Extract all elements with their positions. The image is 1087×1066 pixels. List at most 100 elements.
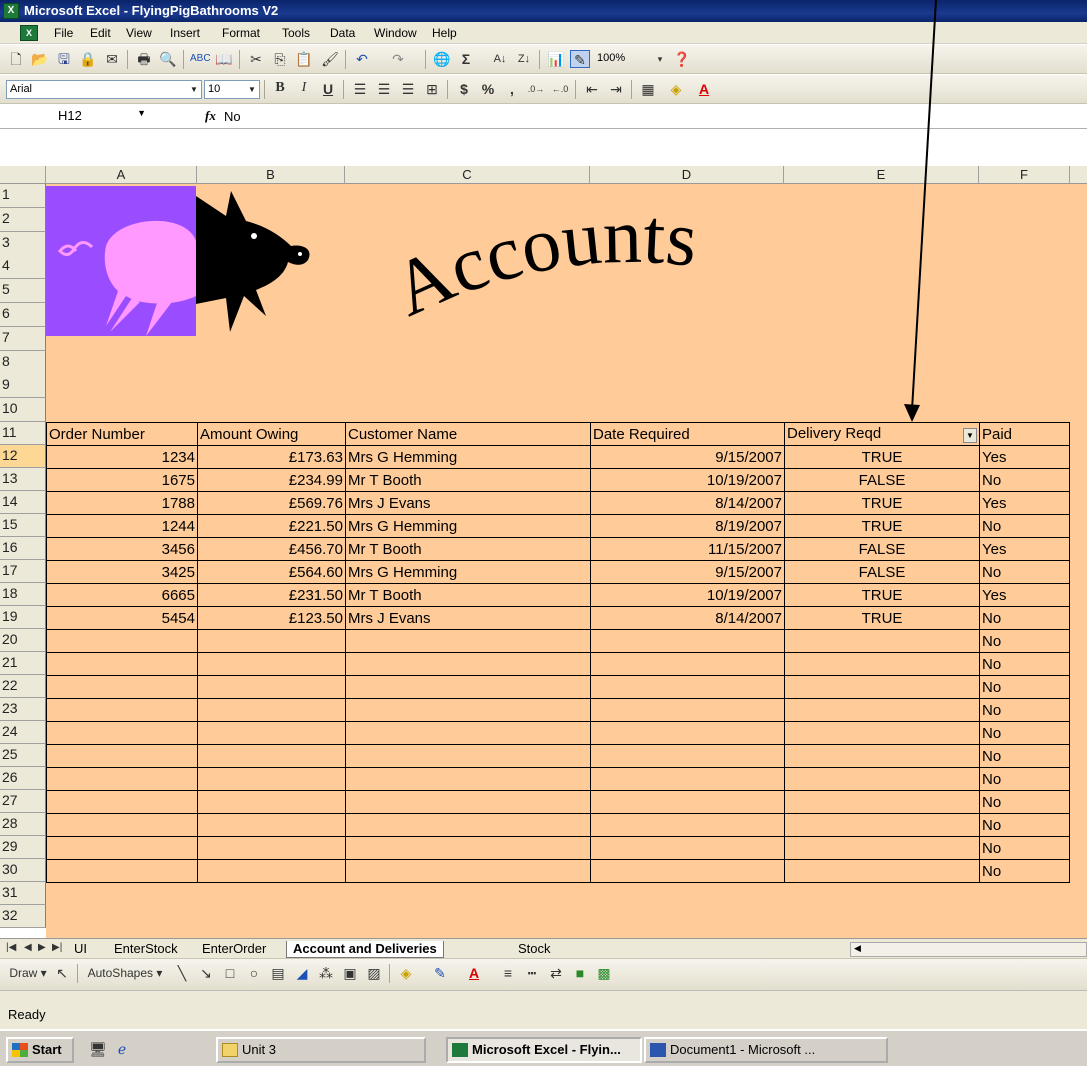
cell-customer-name[interactable]: Mr T Booth [345,537,591,561]
cell-customer-name[interactable]: Mr T Booth [345,468,591,492]
cell-paid[interactable]: Yes [979,537,1070,561]
cell-delivery-reqd[interactable]: FALSE [784,468,980,492]
line-icon[interactable]: ╲ [172,964,192,982]
cell-date-required[interactable]: 11/15/2007 [590,537,785,561]
cell-amount-owing[interactable] [197,744,346,768]
header-customer-name[interactable]: Customer Name [345,422,591,446]
permission-icon[interactable]: 🔒 [78,50,98,68]
sheet-tab-stock[interactable]: Stock [512,941,557,958]
menu-format[interactable]: Format [222,26,260,40]
print-icon[interactable]: 🖶 [134,50,154,68]
prev-sheet-icon[interactable]: ◀ [24,942,32,953]
cell-date-required[interactable] [590,652,785,676]
cell-order-number[interactable] [46,767,198,791]
cell-date-required[interactable] [590,813,785,837]
comma-style-icon[interactable]: , [502,80,522,98]
row-header[interactable]: 31 [0,882,46,905]
cell-order-number[interactable]: 1788 [46,491,198,515]
zoom-dropdown-icon[interactable]: ▾ [650,50,670,68]
fill-color-icon[interactable]: ◈ [666,80,686,98]
select-all-corner[interactable] [0,166,46,184]
row-header[interactable]: 11 [0,422,46,445]
row-header[interactable]: 19 [0,606,46,629]
decrease-indent-icon[interactable]: ⇤ [582,80,602,98]
autoshapes-menu-button[interactable]: AutoShapes ▾ [84,964,166,982]
font-size-combo[interactable]: 10 ▼ [204,80,260,99]
cell-customer-name[interactable]: Mrs J Evans [345,606,591,630]
line-color-icon[interactable]: ✎ [430,964,450,982]
3d-style-icon[interactable]: ▩ [594,964,614,982]
cell-amount-owing[interactable]: £456.70 [197,537,346,561]
merge-center-icon[interactable]: ⊞ [422,80,442,98]
row-header[interactable]: 23 [0,698,46,721]
cell-paid[interactable]: No [979,652,1070,676]
cell-order-number[interactable] [46,790,198,814]
cell-customer-name[interactable] [345,767,591,791]
cell-order-number[interactable] [46,859,198,883]
chevron-down-icon[interactable]: ▼ [187,81,201,98]
cell-paid[interactable]: No [979,468,1070,492]
last-sheet-icon[interactable]: ▶| [52,942,62,953]
save-icon[interactable]: 🖫 [54,50,74,68]
row-header[interactable]: 18 [0,583,46,606]
column-header-d[interactable]: D [590,166,784,184]
cell-delivery-reqd[interactable] [784,652,980,676]
cell-date-required[interactable]: 8/19/2007 [590,514,785,538]
autofilter-dropdown-icon[interactable]: ▼ [963,428,977,443]
cell-date-required[interactable] [590,629,785,653]
column-header-b[interactable]: B [197,166,345,184]
cell-customer-name[interactable] [345,698,591,722]
cell-customer-name[interactable] [345,813,591,837]
cell-order-number[interactable]: 1675 [46,468,198,492]
cell-paid[interactable]: No [979,744,1070,768]
italic-icon[interactable]: I [294,80,314,98]
scroll-left-icon[interactable]: ◀ [854,943,861,954]
cell-order-number[interactable]: 3456 [46,537,198,561]
drawing-icon[interactable]: ✎ [570,50,590,68]
cell-order-number[interactable]: 5454 [46,606,198,630]
cell-date-required[interactable]: 9/15/2007 [590,445,785,469]
cell-amount-owing[interactable]: £231.50 [197,583,346,607]
sheet-tab-enterorder[interactable]: EnterOrder [196,941,272,958]
increase-indent-icon[interactable]: ⇥ [606,80,626,98]
cell-date-required[interactable] [590,744,785,768]
row-header[interactable]: 26 [0,767,46,790]
arrow-style-icon[interactable]: ⇄ [546,964,566,982]
cell-customer-name[interactable] [345,859,591,883]
row-header[interactable]: 5 [0,279,46,303]
cell-customer-name[interactable] [345,790,591,814]
cell-date-required[interactable] [590,859,785,883]
row-header[interactable]: 12 [0,445,46,468]
cell-delivery-reqd[interactable] [784,859,980,883]
cell-paid[interactable]: No [979,859,1070,883]
cell-amount-owing[interactable] [197,698,346,722]
cell-amount-owing[interactable] [197,652,346,676]
cell-customer-name[interactable] [345,721,591,745]
draw-menu-button[interactable]: Draw ▾ [6,964,50,982]
cell-order-number[interactable] [46,836,198,860]
cell-amount-owing[interactable] [197,790,346,814]
cell-date-required[interactable]: 10/19/2007 [590,583,785,607]
format-painter-icon[interactable]: 🖌 [320,50,340,68]
cell-customer-name[interactable] [345,652,591,676]
show-desktop-icon[interactable]: 🖥 [88,1040,108,1058]
autosum-icon[interactable]: Σ [456,50,476,68]
cell-order-number[interactable]: 6665 [46,583,198,607]
cell-amount-owing[interactable] [197,767,346,791]
row-header[interactable]: 25 [0,744,46,767]
excel-app-icon[interactable]: X [3,3,19,19]
cell-amount-owing[interactable] [197,721,346,745]
formula-input[interactable]: No [224,109,241,124]
chevron-down-icon[interactable]: ▼ [245,81,259,98]
align-left-icon[interactable]: ☰ [350,80,370,98]
row-header[interactable]: 22 [0,675,46,698]
row-header[interactable]: 4 [0,255,46,279]
cell-customer-name[interactable] [345,629,591,653]
row-header[interactable]: 10 [0,398,46,422]
cell-delivery-reqd[interactable]: FALSE [784,537,980,561]
bold-icon[interactable]: B [270,80,290,98]
chevron-down-icon[interactable]: ▼ [137,108,146,118]
row-header[interactable]: 3 [0,232,46,256]
sort-ascending-icon[interactable]: A↓ [490,50,510,68]
row-header[interactable]: 29 [0,836,46,859]
